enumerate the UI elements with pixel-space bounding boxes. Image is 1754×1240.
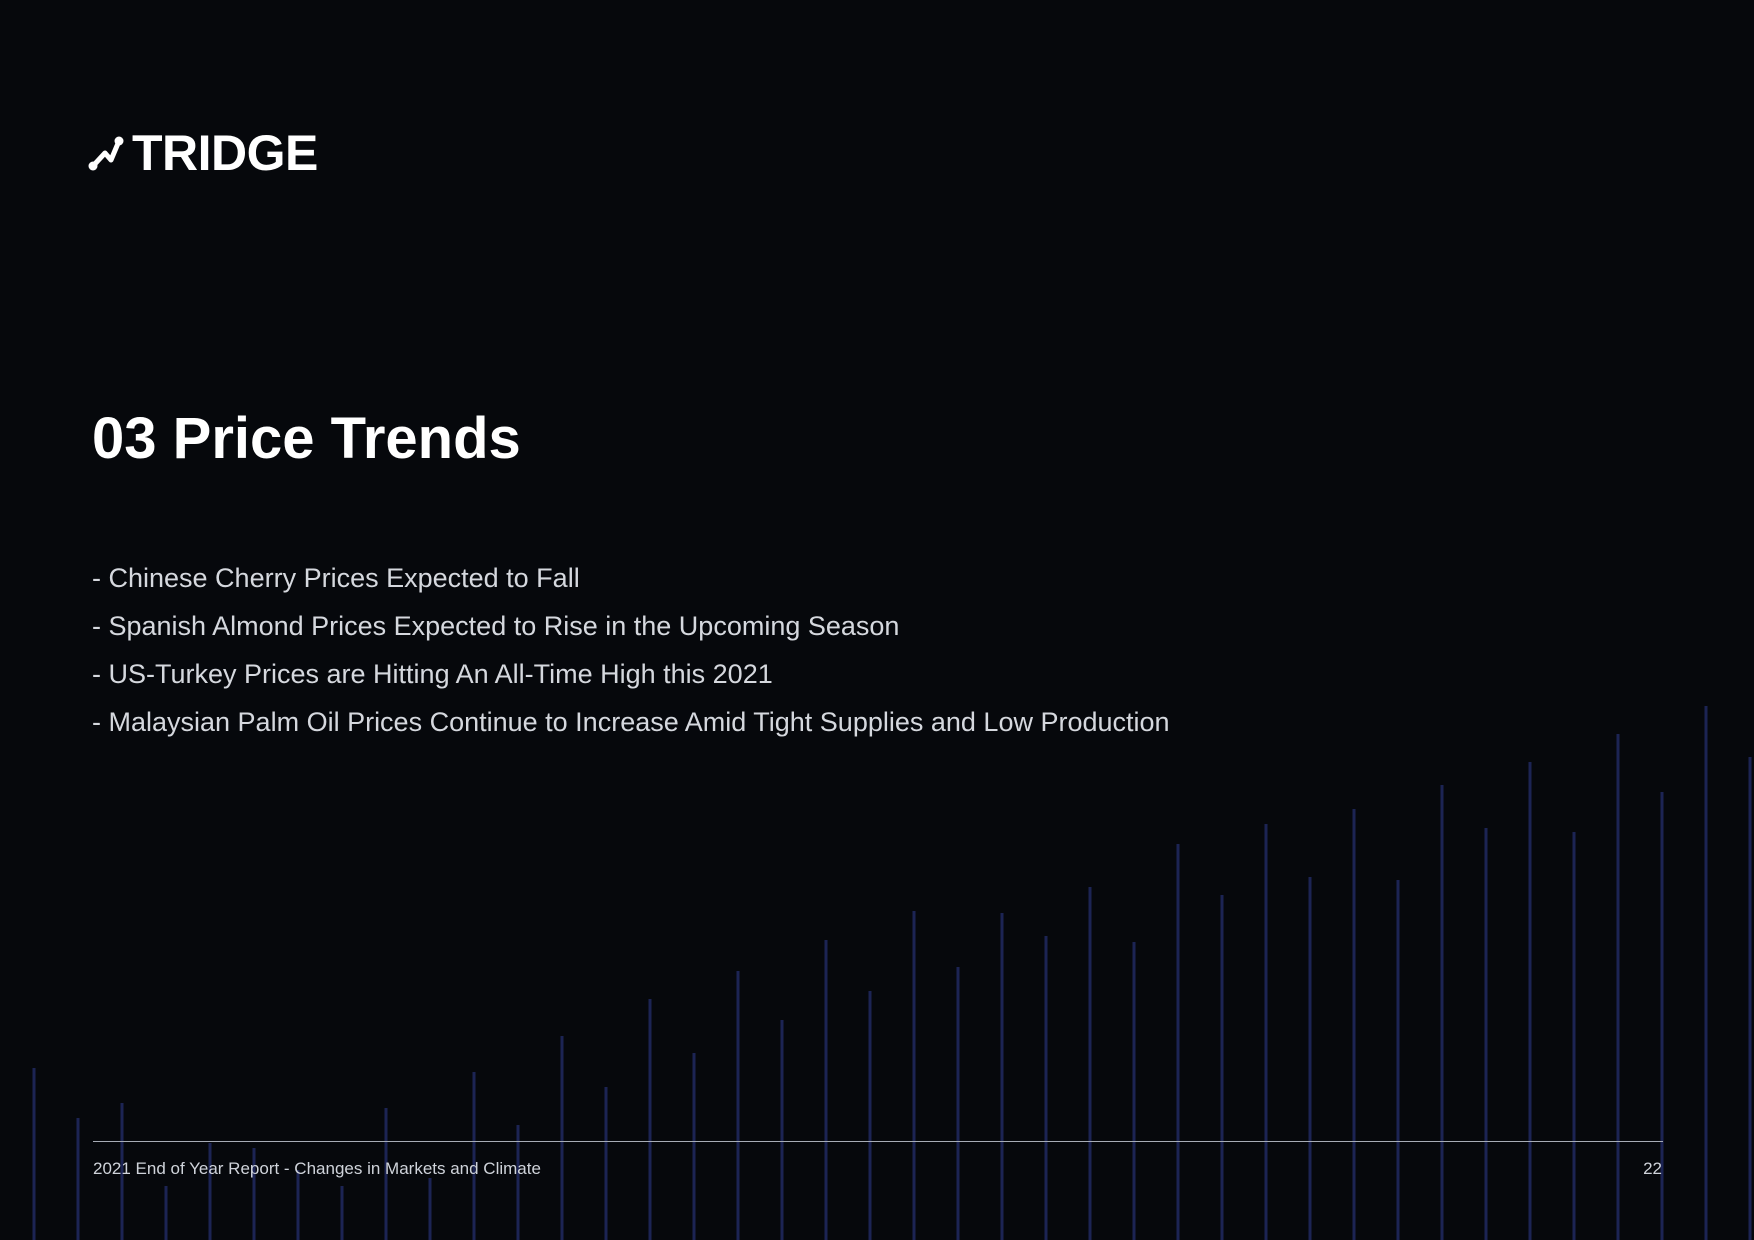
brand-name: TRIDGE [132,125,318,181]
footer-divider [93,1141,1663,1142]
tridge-logo: TRIDGE [88,128,318,178]
section-title: 03 Price Trends [92,406,521,471]
topic-list: - Chinese Cherry Prices Expected to Fall… [92,554,1170,746]
tridge-node-icon [88,136,124,171]
page-number: 22 [1643,1159,1662,1178]
topic-item-palm-oil: - Malaysian Palm Oil Prices Continue to … [92,707,1170,737]
topic-item-almond: - Spanish Almond Prices Expected to Rise… [92,611,900,641]
footer-report-title: 2021 End of Year Report - Changes in Mar… [93,1159,541,1178]
topic-item-turkey: - US-Turkey Prices are Hitting An All-Ti… [92,659,773,689]
topic-item-cherry: - Chinese Cherry Prices Expected to Fall [92,563,580,593]
slide-page: TRIDGE 03 Price Trends - Chinese Cherry … [0,0,1754,1240]
